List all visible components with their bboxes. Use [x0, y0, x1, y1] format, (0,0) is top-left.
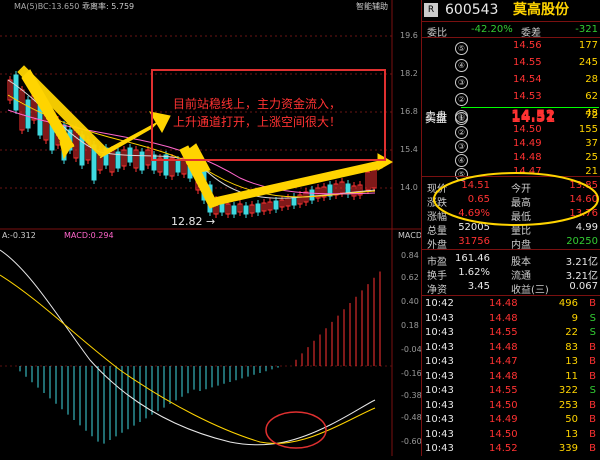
weibi-row: 委比 -42.20% 委差 -321	[427, 24, 598, 39]
candle-body	[163, 154, 169, 176]
tick-row: 10:43 14.48 11 B	[425, 370, 596, 382]
candle-body	[231, 205, 237, 215]
macd-axis-tick: -0.04	[401, 345, 422, 354]
assist-button[interactable]: 智能辅助	[356, 3, 388, 11]
macd-value-label: MACD:0.294	[64, 231, 114, 240]
tick-row: 10:43 14.55 322 S	[425, 385, 596, 396]
sell-order-row[interactable]: ④ 14.55 245	[421, 55, 600, 72]
tick-row: 10:43 14.52 339 B	[425, 443, 596, 454]
stock-name: 莫高股份	[513, 2, 569, 18]
macd-svg[interactable]	[0, 230, 421, 456]
level-icon: ②	[455, 93, 468, 106]
level-icon: ⑤	[455, 42, 468, 55]
macd-axis-tick: -0.48	[401, 413, 422, 422]
sell-order-row[interactable]: ⑤ 14.56 177	[421, 38, 600, 55]
price-axis-tick: 16.8	[400, 107, 418, 116]
highlight-ellipse	[433, 172, 599, 226]
level-icon: ③	[455, 76, 468, 89]
macd-axis-tick: -0.16	[401, 369, 422, 378]
price-axis-tick: 18.2	[400, 69, 418, 78]
candle-body	[175, 159, 181, 173]
price-axis-tick: 19.6	[400, 31, 418, 40]
annotation-line-1: 目前站稳线上，主力资金流入，	[173, 97, 342, 111]
candle-body	[255, 203, 261, 213]
tick-row: 10:43 14.55 22 S	[425, 327, 596, 338]
quote-panel: R 600543 莫高股份 委比 -42.20% 委差 -321 ⑤ 14.56 1…	[421, 0, 600, 456]
bias-label: 乖离率: 5.759	[82, 2, 135, 11]
macd-title: MACD	[398, 231, 422, 240]
buy-order-row[interactable]: ② 14.50 155	[421, 122, 600, 139]
candle-body	[273, 200, 279, 210]
candle-body	[13, 74, 19, 111]
tick-row: 10:43 14.48 83 B	[425, 341, 596, 353]
fundamental-row: 市盈 161.46 股本 3.21亿	[427, 253, 598, 268]
candle-body	[243, 205, 249, 215]
macd-axis-tick: 0.62	[401, 273, 419, 282]
macd-axis-tick: -0.60	[401, 437, 422, 446]
macd-chart-area[interactable]: A:-0.312 MACD:0.294 MACD 0.84 0.62 0.40 …	[0, 230, 422, 456]
quote-row: 外盘 31756 内盘 20250	[427, 236, 598, 251]
macd-axis-tick: -0.38	[401, 391, 422, 400]
level-icon: ④	[455, 59, 468, 72]
candle-body	[309, 189, 315, 201]
sell-order-row[interactable]: ③ 14.54 28	[421, 72, 600, 89]
annotation-line-2: 上升通道打开，上涨空间很大！	[173, 115, 342, 129]
kline-chart-area[interactable]: MA(5)BC:13.650 乖离率: 5.759 智能辅助 目前站稳线上，主力…	[0, 0, 421, 230]
stock-code: 600543	[445, 2, 499, 18]
macd-axis-tick: 0.84	[401, 251, 419, 260]
tick-row: 10:42 14.48 496 B	[425, 298, 596, 309]
tick-row: 10:43 14.48 9 S	[425, 312, 596, 324]
fundamental-row: 换手 1.62% 流通 3.21亿	[427, 267, 598, 282]
low-price-marker: 12.82 →	[171, 215, 216, 228]
fundamental-row: 净资 3.45 收益(三) 0.067	[427, 281, 598, 296]
dif-label: A:-0.312	[2, 231, 36, 240]
sell-order-row[interactable]: ② 14.53 62	[421, 89, 600, 106]
tick-row: 10:43 14.47 13 B	[425, 356, 596, 367]
tick-row: 10:43 14.49 50 B	[425, 414, 596, 425]
macd-axis-tick: 0.40	[401, 297, 419, 306]
candle-body	[139, 151, 145, 171]
buy-order-row[interactable]: 买盘 ① 14.51 72	[421, 108, 600, 126]
buy-order-row[interactable]: ③ 14.49 37	[421, 136, 600, 153]
buy-order-row[interactable]: ④ 14.48 25	[421, 150, 600, 167]
tick-row: 10:43 14.50 13 B	[425, 428, 596, 440]
price-axis-tick: 15.4	[400, 145, 418, 154]
tick-row: 10:43 14.50 253 B	[425, 399, 596, 411]
macd-axis-tick: 0.18	[401, 321, 419, 330]
ma-label: MA(5)BC:13.650	[14, 2, 80, 11]
refresh-badge[interactable]: R	[424, 3, 438, 17]
candle-body	[25, 99, 31, 129]
price-axis-tick: 14.0	[400, 183, 418, 192]
